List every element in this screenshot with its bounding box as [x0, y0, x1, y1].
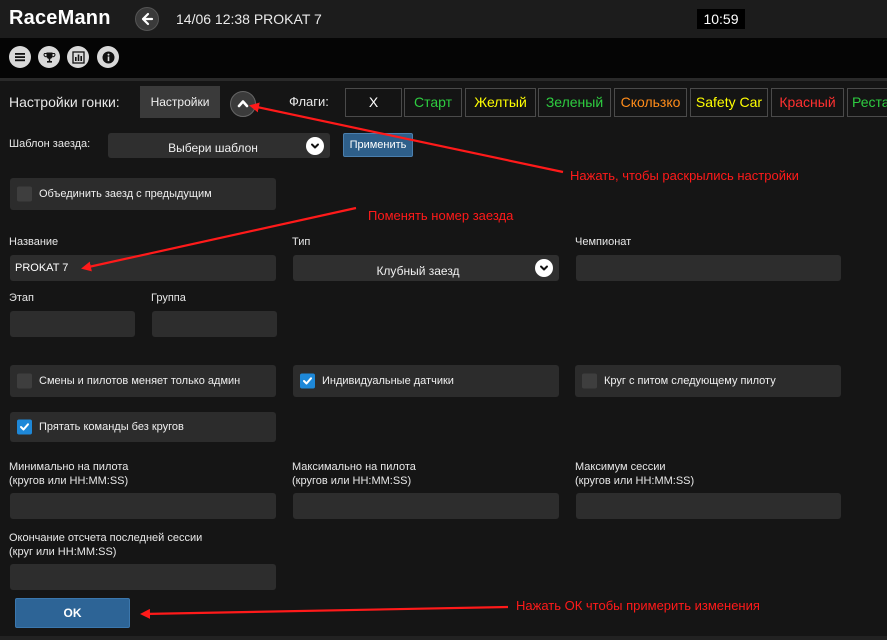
template-select[interactable]: Выбери шаблон: [108, 133, 330, 158]
app-root: RaceMann 14/06 12:38 PROKAT 7 10:59 Наст…: [0, 0, 887, 640]
trophy-button[interactable]: [38, 46, 60, 68]
max-per-pilot-label: Максимально на пилота (кругов или HH:MM:…: [292, 460, 416, 488]
individual-sensors-checkbox[interactable]: [300, 373, 315, 389]
info-icon: [102, 51, 114, 63]
individual-sensors-checkbox-label: Индивидуальные датчики: [322, 375, 454, 387]
hide-teams-checkbox-row[interactable]: Прятать команды без кругов: [10, 412, 276, 442]
type-label: Тип: [292, 236, 311, 248]
ok-button[interactable]: OK: [15, 598, 130, 628]
max-session-label: Максимум сессии (кругов или HH:MM:SS): [575, 460, 694, 488]
menu-button[interactable]: [9, 46, 31, 68]
template-label: Шаблон заезда:: [9, 138, 91, 150]
last-session-end-label-line2: (круг или HH:MM:SS): [9, 546, 117, 558]
merge-checkbox-row[interactable]: Объединить заезд с предыдущим: [10, 178, 276, 210]
checkmark-icon: [20, 423, 29, 431]
stage-label: Этап: [9, 292, 34, 304]
merge-checkbox[interactable]: [17, 186, 32, 202]
name-label: Название: [9, 236, 59, 248]
annotation-change-number: Поменять номер заезда: [368, 208, 514, 223]
max-session-label-line2: (кругов или HH:MM:SS): [575, 475, 695, 487]
app-logo: RaceMann: [9, 7, 111, 29]
flag-red-button[interactable]: Красный: [771, 88, 844, 117]
flag-restart-button[interactable]: Реста: [847, 88, 887, 117]
admin-only-checkbox-label: Смены и пилотов меняет только админ: [39, 375, 241, 387]
flag-start-button[interactable]: Старт: [404, 88, 462, 117]
chart-button[interactable]: [67, 46, 89, 68]
merge-checkbox-label: Объединить заезд с предыдущим: [39, 188, 212, 200]
back-button[interactable]: [135, 7, 159, 31]
settings-button[interactable]: Настройки: [140, 86, 220, 118]
arrow-left-icon: [141, 12, 154, 26]
collapse-settings-button[interactable]: [230, 91, 256, 117]
last-session-end-input[interactable]: [10, 564, 276, 590]
annotation-press-ok: Нажать ОК чтобы примерить изменения: [516, 598, 760, 613]
name-input[interactable]: PROKAT 7: [10, 255, 276, 281]
min-per-pilot-label-line1: Минимально на пилота: [9, 461, 129, 473]
chevron-down-icon: [535, 259, 553, 277]
chart-icon: [71, 50, 85, 64]
bottom-border: [0, 636, 887, 640]
pit-lap-checkbox[interactable]: [582, 373, 597, 389]
group-input[interactable]: [152, 311, 277, 337]
flag-slippery-button[interactable]: Скользко: [614, 88, 687, 117]
max-per-pilot-label-line1: Максимально на пилота: [292, 461, 416, 473]
max-per-pilot-label-line2: (кругов или HH:MM:SS): [292, 475, 412, 487]
chevron-up-icon: [237, 100, 249, 108]
last-session-end-label: Окончание отсчета последней сессии (круг…: [9, 531, 202, 559]
championship-label: Чемпионат: [575, 236, 632, 248]
session-title: 14/06 12:38 PROKAT 7: [176, 11, 322, 27]
admin-only-checkbox[interactable]: [17, 373, 32, 389]
min-per-pilot-label-line2: (кругов или HH:MM:SS): [9, 475, 129, 487]
race-settings-label: Настройки гонки:: [9, 94, 120, 110]
min-per-pilot-input[interactable]: [10, 493, 276, 519]
min-per-pilot-label: Минимально на пилота (кругов или HH:MM:S…: [9, 460, 128, 488]
flags-label: Флаги:: [289, 94, 329, 109]
last-session-end-label-line1: Окончание отсчета последней сессии: [9, 532, 203, 544]
arrow-to-ok-button: [140, 605, 509, 619]
top-bar: RaceMann 14/06 12:38 PROKAT 7 10:59: [0, 0, 887, 38]
separator: [0, 78, 887, 81]
championship-input[interactable]: [576, 255, 841, 281]
type-select[interactable]: Клубный заезд: [293, 255, 559, 281]
checkmark-icon: [303, 377, 312, 385]
info-button[interactable]: [97, 46, 119, 68]
group-label: Группа: [151, 292, 186, 304]
menu-icon: [15, 53, 25, 62]
individual-sensors-checkbox-row[interactable]: Индивидуальные датчики: [293, 365, 559, 397]
flag-green-button[interactable]: Зеленый: [538, 88, 611, 117]
pit-lap-checkbox-label: Круг с питом следующему пилоту: [604, 375, 776, 387]
admin-only-checkbox-row[interactable]: Смены и пилотов меняет только админ: [10, 365, 276, 397]
pit-lap-checkbox-row[interactable]: Круг с питом следующему пилоту: [575, 365, 841, 397]
flag-safety-car-button[interactable]: Safety Car: [690, 88, 768, 117]
hide-teams-checkbox-label: Прятать команды без кругов: [39, 421, 184, 433]
max-session-label-line1: Максимум сессии: [575, 461, 666, 473]
max-per-pilot-input[interactable]: [293, 493, 559, 519]
annotation-open-settings: Нажать, чтобы раскрылись настройки: [570, 168, 799, 183]
type-select-value: Клубный заезд: [376, 264, 460, 278]
toolbar: [0, 38, 887, 78]
max-session-input[interactable]: [576, 493, 841, 519]
stage-input[interactable]: [10, 311, 135, 337]
flag-x-button[interactable]: X: [345, 88, 402, 117]
apply-template-button[interactable]: Применить: [343, 133, 413, 157]
template-select-value: Выбери шаблон: [168, 141, 258, 155]
chevron-down-icon: [306, 136, 324, 155]
hide-teams-checkbox[interactable]: [17, 419, 32, 435]
flag-yellow-button[interactable]: Желтый: [465, 88, 536, 117]
trophy-icon: [43, 52, 55, 63]
clock: 10:59: [697, 9, 745, 29]
